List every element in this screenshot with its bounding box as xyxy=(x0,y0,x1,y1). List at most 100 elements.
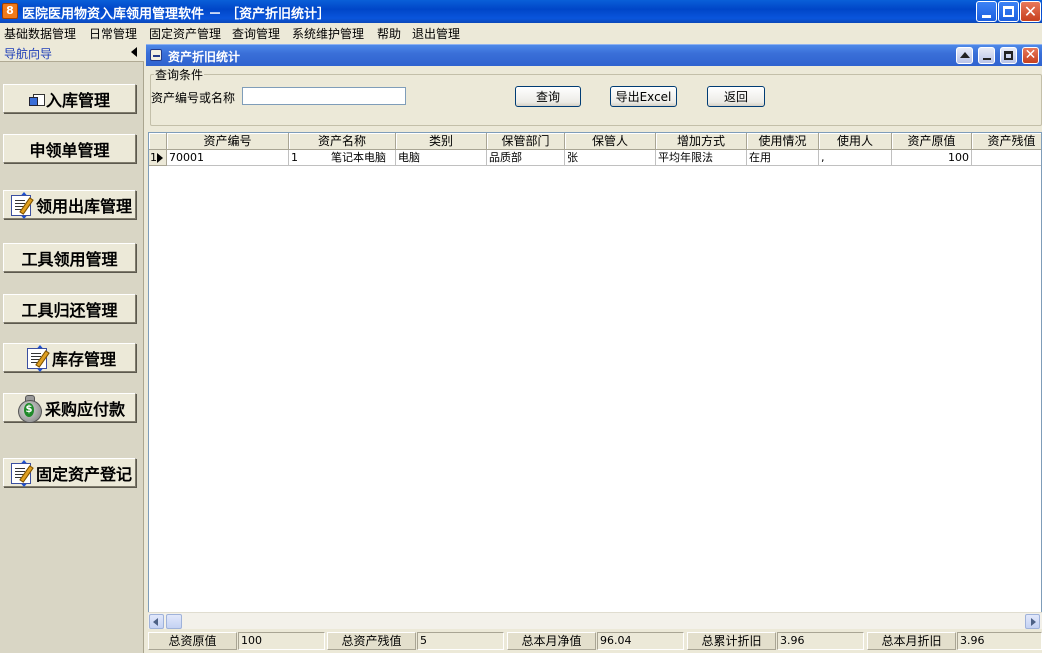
close-icon: ✕ xyxy=(1024,47,1037,63)
nav-fixed-asset-register-button[interactable]: 固定资产登记 xyxy=(3,458,136,487)
money-bag-icon: $ xyxy=(14,394,44,423)
cell-increase-method[interactable]: 平均年限法 xyxy=(656,150,747,166)
menu-system[interactable]: 系统维护管理 xyxy=(292,25,364,42)
document-pen-icon xyxy=(7,191,35,219)
column-header[interactable]: 保管人 xyxy=(565,133,656,150)
cell-keeper[interactable]: 张 xyxy=(565,150,656,166)
nav-inventory-button[interactable]: 库存管理 xyxy=(3,343,136,372)
cell-department[interactable]: 品质部 xyxy=(487,150,565,166)
child-minimize-button[interactable] xyxy=(978,47,995,64)
nav-header: 导航向导 xyxy=(0,43,144,62)
menu-bar: 基础数据管理 日常管理 固定资产管理 查询管理 系统维护管理 帮助 退出管理 xyxy=(0,23,1042,43)
menu-query[interactable]: 查询管理 xyxy=(232,25,280,42)
app-icon[interactable]: 8 xyxy=(2,3,18,19)
child-window-title: 资产折旧统计 xyxy=(168,50,241,64)
menu-daily[interactable]: 日常管理 xyxy=(89,25,137,42)
cell-usage-status[interactable]: 在用 xyxy=(747,150,819,166)
cell-original-value[interactable]: 100 xyxy=(892,150,972,166)
column-header[interactable]: 使用人 xyxy=(819,133,892,150)
column-header[interactable]: 增加方式 xyxy=(656,133,747,150)
nav-issue-out-button[interactable]: 领用出库管理 xyxy=(3,190,136,219)
minimize-button[interactable] xyxy=(976,1,997,22)
minimize-icon xyxy=(982,15,991,18)
total-original-value: 100 xyxy=(238,632,325,650)
nav-issue-out-label: 领用出库管理 xyxy=(35,196,132,216)
window-menu-icon[interactable] xyxy=(150,49,162,61)
nav-tool-return-button[interactable]: 工具归还管理 xyxy=(3,294,136,323)
monthly-dep-label: 总本月折旧 xyxy=(867,632,956,650)
menu-fixed-assets[interactable]: 固定资产管理 xyxy=(149,25,221,42)
cell-asset-code[interactable]: 70001 xyxy=(167,150,289,166)
search-button[interactable]: 查询 xyxy=(515,86,581,107)
asset-grid[interactable]: 资产编号 资产名称 类别 保管部门 保管人 增加方式 使用情况 使用人 资产原值… xyxy=(148,132,1042,629)
column-header[interactable]: 使用情况 xyxy=(747,133,819,150)
row-header[interactable]: 1 xyxy=(149,150,167,166)
cell-asset-name[interactable]: 1 笔记本电脑 xyxy=(289,150,396,166)
chevron-right-icon xyxy=(1031,618,1036,626)
child-restore-up-button[interactable] xyxy=(956,47,973,64)
maximize-button[interactable] xyxy=(998,1,1019,22)
title-bar: 8 医院医用物资入库领用管理软件 － ［资产折旧统计］ ✕ xyxy=(0,0,1042,23)
cell-category[interactable]: 电脑 xyxy=(396,150,487,166)
nav-inventory-label: 库存管理 xyxy=(51,349,116,369)
close-button[interactable]: ✕ xyxy=(1020,1,1041,22)
export-excel-button[interactable]: 导出Excel xyxy=(610,86,677,107)
scroll-thumb[interactable] xyxy=(166,614,182,629)
chevron-left-icon xyxy=(153,618,158,626)
collapse-left-icon[interactable] xyxy=(131,47,137,57)
grid-header: 资产编号 资产名称 类别 保管部门 保管人 增加方式 使用情况 使用人 资产原值… xyxy=(149,133,1041,150)
child-close-button[interactable]: ✕ xyxy=(1022,47,1039,64)
column-header[interactable]: 类别 xyxy=(396,133,487,150)
nav-tool-issue-button[interactable]: 工具领用管理 xyxy=(3,243,136,272)
nav-payables-label: 采购应付款 xyxy=(44,399,125,419)
table-row[interactable]: 1 70001 1 笔记本电脑 电脑 品质部 张 平均年限法 在用 , 100 … xyxy=(149,150,1041,166)
close-icon: ✕ xyxy=(1023,2,1038,21)
nav-tool-return-label: 工具归还管理 xyxy=(21,300,118,320)
menu-basic-data[interactable]: 基础数据管理 xyxy=(4,25,76,42)
total-residual-label: 总资产残值 xyxy=(327,632,416,650)
search-label: 资产编号或名称 xyxy=(151,91,236,105)
current-row-icon xyxy=(157,153,163,163)
total-residual-value: 5 xyxy=(417,632,504,650)
menu-help[interactable]: 帮助 xyxy=(377,25,401,42)
column-header[interactable]: 资产残值 xyxy=(972,133,1041,150)
maximize-icon xyxy=(1004,51,1013,60)
accumulated-dep-value: 3.96 xyxy=(777,632,864,650)
cell-residual-value[interactable]: 5 xyxy=(972,150,1041,166)
window-title: 医院医用物资入库领用管理软件 － ［资产折旧统计］ xyxy=(22,7,331,22)
monthly-net-value: 96.04 xyxy=(597,632,684,650)
column-header[interactable]: 资产名称 xyxy=(289,133,396,150)
nav-requisition-label: 申领单管理 xyxy=(29,140,110,160)
scroll-left-button[interactable] xyxy=(149,614,164,629)
column-header[interactable]: 资产原值 xyxy=(892,133,972,150)
nav-stock-in-label: 入库管理 xyxy=(45,90,110,110)
child-window-title-bar: 资产折旧统计 ✕ xyxy=(146,44,1042,66)
nav-stock-in-button[interactable]: 入库管理 xyxy=(3,84,136,113)
back-button[interactable]: 返回 xyxy=(707,86,765,107)
menu-exit[interactable]: 退出管理 xyxy=(412,25,460,42)
minimize-icon xyxy=(983,58,991,60)
monthly-dep-value: 3.96 xyxy=(957,632,1042,650)
accumulated-dep-label: 总累计折旧 xyxy=(687,632,776,650)
stock-in-icon xyxy=(28,91,45,107)
child-maximize-button[interactable] xyxy=(1000,47,1017,64)
query-group-title: 查询条件 xyxy=(154,66,205,83)
scroll-right-button[interactable] xyxy=(1025,614,1040,629)
nav-title: 导航向导 xyxy=(4,47,53,61)
horizontal-scrollbar[interactable] xyxy=(148,612,1042,629)
nav-tool-issue-label: 工具领用管理 xyxy=(21,249,118,269)
search-input[interactable] xyxy=(242,87,406,105)
nav-fixed-asset-register-label: 固定资产登记 xyxy=(35,464,132,484)
maximize-icon xyxy=(1003,6,1014,17)
column-header[interactable]: 资产编号 xyxy=(167,133,289,150)
monthly-net-label: 总本月净值 xyxy=(507,632,596,650)
arrow-up-icon xyxy=(960,52,970,58)
corner-cell xyxy=(149,133,167,150)
document-pen-icon xyxy=(23,344,51,372)
column-header[interactable]: 保管部门 xyxy=(487,133,565,150)
summary-bar: 总资原值 100 总资产残值 5 总本月净值 96.04 总累计折旧 3.96 … xyxy=(146,630,1042,653)
total-original-label: 总资原值 xyxy=(148,632,237,650)
nav-payables-button[interactable]: $ 采购应付款 xyxy=(3,393,136,423)
nav-requisition-button[interactable]: 申领单管理 xyxy=(3,134,136,163)
cell-user[interactable]: , xyxy=(819,150,892,166)
